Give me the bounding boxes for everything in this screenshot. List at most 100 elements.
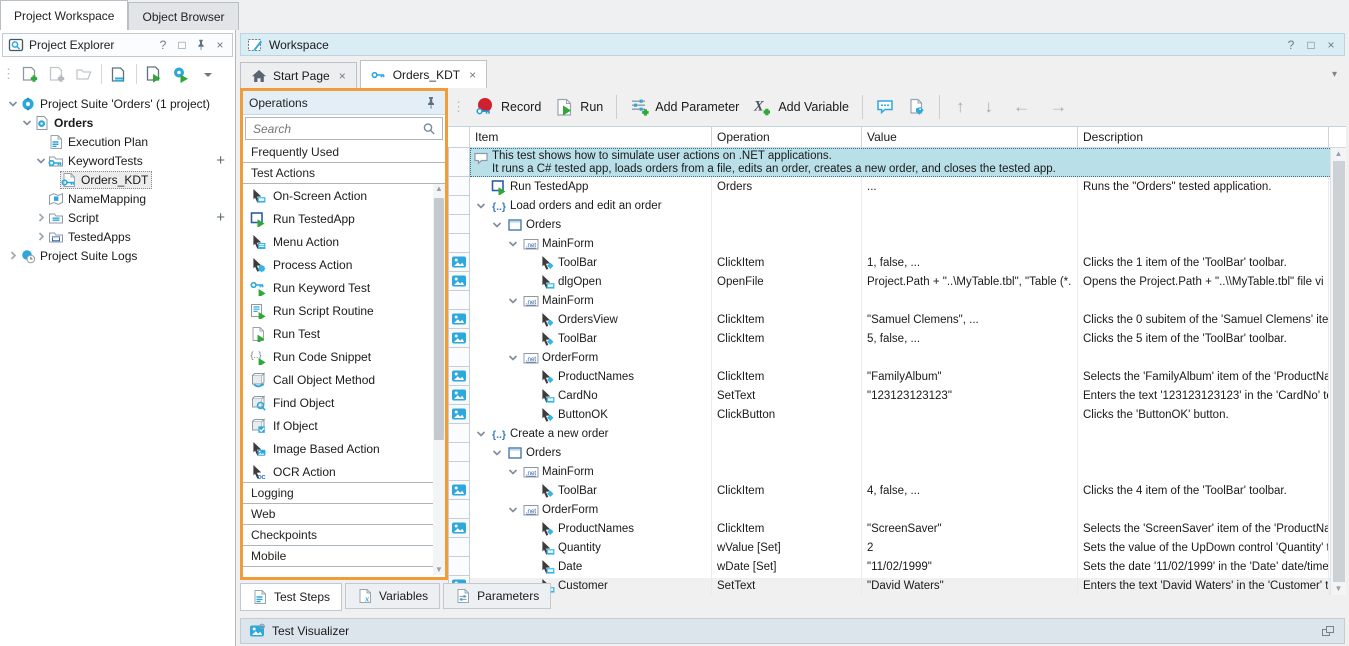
operation-process-action[interactable]: Process Action — [243, 253, 431, 276]
window-tab-object-browser[interactable]: Object Browser — [128, 2, 238, 30]
scroll-down-arrow[interactable]: ▼ — [1335, 583, 1343, 595]
scroll-down-arrow[interactable]: ▼ — [435, 565, 443, 575]
close-tab-button[interactable]: × — [339, 69, 346, 83]
visualizer-cell[interactable] — [448, 328, 470, 348]
execution-plan-button[interactable] — [107, 62, 131, 86]
add-comment-button[interactable] — [872, 95, 898, 119]
visualizer-cell[interactable] — [448, 366, 470, 386]
operation-run-script-routine[interactable]: Run Script Routine — [243, 299, 431, 322]
step-item-cell[interactable]: ToolBar — [470, 253, 712, 272]
window-tab-project-workspace[interactable]: Project Workspace — [0, 0, 128, 30]
operation-menu-action[interactable]: Menu Action — [243, 230, 431, 253]
column-header-description[interactable]: Description — [1078, 127, 1329, 147]
visualizer-cell[interactable] — [448, 480, 470, 500]
step-item-cell[interactable]: Quantity — [470, 538, 712, 557]
test-step-row[interactable]: .netOrderForm — [448, 500, 1346, 519]
test-step-row[interactable]: ProductNamesClickItem"ScreenSaver"Select… — [448, 519, 1346, 538]
step-item-cell[interactable]: .netMainForm — [470, 462, 712, 481]
tree-expander[interactable] — [506, 352, 520, 363]
close-button[interactable]: × — [213, 38, 227, 52]
scroll-thumb[interactable] — [434, 198, 444, 440]
move-right-button[interactable]: → — [1043, 97, 1074, 117]
pin-icon[interactable] — [423, 95, 439, 111]
tree-item-script[interactable]: Script+ — [0, 208, 235, 227]
move-down-button[interactable]: ↓ — [977, 97, 1000, 117]
tree-item-orders-kdt[interactable]: Orders_KDT — [0, 170, 235, 189]
add-variable-button[interactable]: XAdd Variable — [749, 94, 853, 119]
step-item-cell[interactable]: Orders — [470, 215, 712, 234]
add-item-button[interactable]: + — [216, 210, 225, 225]
step-item-cell[interactable]: ProductNames — [470, 367, 712, 386]
test-step-row[interactable]: ProductNamesClickItem"FamilyAlbum"Select… — [448, 367, 1346, 386]
operation-find-object[interactable]: Find Object — [243, 391, 431, 414]
test-step-row[interactable]: ToolBarClickItem4, false, ...Clicks the … — [448, 481, 1346, 500]
step-item-cell[interactable]: ProductNames — [470, 519, 712, 538]
step-item-cell[interactable]: OrdersView — [470, 310, 712, 329]
test-step-row[interactable]: {..}Load orders and edit an order — [448, 196, 1346, 215]
tree-expander[interactable] — [506, 295, 520, 306]
step-item-cell[interactable]: .netMainForm — [470, 291, 712, 310]
record-button[interactable]: Record — [471, 94, 545, 119]
tree-expander[interactable] — [20, 117, 34, 128]
table-scrollbar[interactable]: ▲ ▼ — [1330, 148, 1346, 595]
run-options-dropdown-button[interactable] — [196, 62, 220, 86]
step-item-cell[interactable]: ToolBar — [470, 329, 712, 348]
step-item-cell[interactable]: ToolBar — [470, 481, 712, 500]
test-step-row[interactable]: dlgOpenOpenFileProject.Path + "..\MyTabl… — [448, 272, 1346, 291]
test-step-row[interactable]: CustomerSetText"David Waters"Enters the … — [448, 576, 1346, 595]
test-step-row[interactable]: ToolBarClickItem5, false, ...Clicks the … — [448, 329, 1346, 348]
operations-category-test-actions[interactable]: Test Actions — [243, 162, 445, 184]
test-visualizer-bar[interactable]: Test Visualizer — [240, 618, 1345, 644]
step-item-cell[interactable]: .netOrderForm — [470, 500, 712, 519]
step-item-cell[interactable]: Orders — [470, 443, 712, 462]
help-button[interactable]: ? — [156, 38, 170, 52]
test-step-row[interactable]: Orders — [448, 443, 1346, 462]
test-step-row[interactable]: .netMainForm — [448, 291, 1346, 310]
add-item-button[interactable]: + — [216, 153, 225, 168]
tree-item-namemapping[interactable]: NameMapping — [0, 189, 235, 208]
doc-tab-orders-kdt[interactable]: Orders_KDT× — [360, 60, 487, 88]
bottom-tab-variables[interactable]: xVariables — [345, 583, 440, 609]
workspace-close-button[interactable]: × — [1324, 38, 1338, 52]
tree-item-keywordtests[interactable]: KeywordTests+ — [0, 151, 235, 170]
move-up-button[interactable]: ↑ — [949, 97, 972, 117]
search-input[interactable] — [251, 121, 421, 137]
test-step-row[interactable]: .netMainForm — [448, 234, 1346, 253]
bottom-tab-test-steps[interactable]: Test Steps — [240, 583, 342, 611]
tree-expander[interactable] — [490, 219, 504, 230]
run-project-button[interactable] — [142, 62, 166, 86]
open-file-button[interactable] — [72, 62, 96, 86]
test-step-row[interactable]: {..}Create a new order — [448, 424, 1346, 443]
test-step-row[interactable]: CardNoSetText"123123123123"Enters the te… — [448, 386, 1346, 405]
add-new-item-button[interactable] — [45, 62, 69, 86]
tree-expander[interactable] — [506, 238, 520, 249]
tab-overflow-arrow[interactable]: ▾ — [1332, 69, 1337, 80]
operations-category-checkpoints[interactable]: Checkpoints — [243, 524, 445, 546]
operation-call-object-method[interactable]: Call Object Method — [243, 368, 431, 391]
add-new-project-button[interactable] — [18, 62, 42, 86]
tree-expander[interactable] — [34, 155, 48, 166]
visualizer-cell[interactable] — [448, 385, 470, 405]
step-item-cell[interactable]: Run TestedApp — [470, 177, 712, 196]
bottom-tab-parameters[interactable]: Parameters — [443, 583, 551, 609]
test-step-row[interactable]: .netMainForm — [448, 462, 1346, 481]
visualizer-cell[interactable] — [448, 309, 470, 329]
scroll-up-arrow[interactable]: ▲ — [435, 184, 443, 194]
pin-icon[interactable] — [194, 37, 208, 53]
column-header-value[interactable]: Value — [862, 127, 1078, 147]
step-item-cell[interactable]: Date — [470, 557, 712, 576]
operation-ocr-action[interactable]: OCROCR Action — [243, 460, 431, 483]
operation-image-based-action[interactable]: Image Based Action — [243, 437, 431, 460]
tree-expander[interactable] — [490, 447, 504, 458]
test-step-row[interactable]: Run TestedAppOrders...Runs the "Orders" … — [448, 177, 1346, 196]
step-item-cell[interactable]: ButtonOK — [470, 405, 712, 424]
add-parameter-button[interactable]: Add Parameter — [626, 94, 743, 119]
scroll-thumb[interactable] — [1333, 161, 1345, 582]
tree-item-project-suite-orders-1-project-[interactable]: Project Suite 'Orders' (1 project) — [0, 94, 235, 113]
run-button[interactable]: Run — [551, 95, 607, 119]
operations-category-web[interactable]: Web — [243, 503, 445, 525]
visualizer-cell[interactable] — [448, 252, 470, 272]
operations-scrollbar[interactable]: ▲ ▼ — [433, 184, 445, 575]
step-item-cell[interactable]: .netOrderForm — [470, 348, 712, 367]
workspace-help-button[interactable]: ? — [1284, 38, 1298, 52]
